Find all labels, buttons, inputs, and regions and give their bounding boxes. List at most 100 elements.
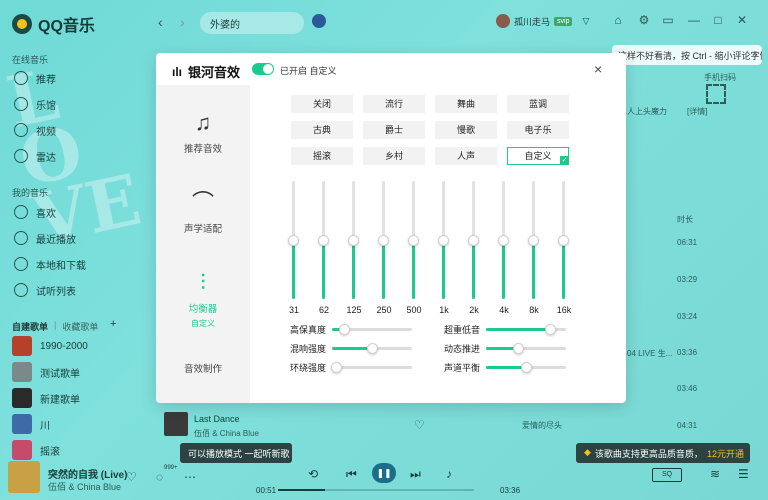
preset-button[interactable]: 蓝调 xyxy=(507,95,569,113)
minimize-icon[interactable]: — xyxy=(688,14,700,26)
sidebar-item[interactable]: 试听列表 xyxy=(14,277,86,303)
like-icon[interactable]: ♡ xyxy=(414,418,425,432)
previous-icon[interactable]: ⏮ xyxy=(346,467,357,482)
sidebar-item[interactable]: 乐馆 xyxy=(14,91,56,117)
effect-slider[interactable] xyxy=(331,362,412,373)
avatar[interactable] xyxy=(496,14,510,28)
effect-slider-knob[interactable] xyxy=(521,362,532,373)
now-playing-cover[interactable] xyxy=(8,461,40,493)
eq-band-slider[interactable] xyxy=(378,181,389,299)
chevron-down-icon[interactable]: ▽ xyxy=(582,16,589,27)
modal-close-icon[interactable]: × xyxy=(594,61,602,77)
eq-band-slider[interactable] xyxy=(498,181,509,299)
more-icon[interactable]: ⋯ xyxy=(184,470,196,484)
tab-collected-playlists[interactable]: 收藏歌单 xyxy=(62,320,98,333)
eq-band-slider[interactable] xyxy=(408,181,419,299)
sound-effect-icon[interactable]: ≋ xyxy=(710,467,720,481)
preset-button[interactable]: 电子乐 xyxy=(507,121,569,139)
tab-created-playlists[interactable]: 自建歌单 xyxy=(12,320,48,333)
preset-button[interactable]: 古典 xyxy=(291,121,353,139)
eq-band-slider[interactable] xyxy=(318,181,329,299)
playlist-item[interactable]: 测试歌单 xyxy=(12,359,88,385)
back-icon[interactable]: ‹ xyxy=(158,14,163,30)
settings-icon[interactable]: ⚙ xyxy=(638,14,650,26)
now-playing-artist[interactable]: 伍佰 & China Blue xyxy=(48,480,121,493)
effect-slider[interactable] xyxy=(332,324,412,335)
preset-button[interactable]: 关闭 xyxy=(291,95,353,113)
song-artist[interactable]: 伍佰 & China Blue xyxy=(194,428,259,439)
add-playlist-icon[interactable]: + xyxy=(110,318,116,330)
preset-button[interactable]: 人声 xyxy=(435,147,497,165)
eq-band-knob[interactable] xyxy=(468,235,479,246)
playlist-icon[interactable]: ☰ xyxy=(738,467,749,481)
eq-band-knob[interactable] xyxy=(318,235,329,246)
effect-toggle[interactable] xyxy=(252,63,274,75)
eq-band-knob[interactable] xyxy=(348,235,359,246)
mini-mode-icon[interactable]: ▭ xyxy=(662,14,674,26)
pause-button[interactable]: ❚❚ xyxy=(372,463,396,483)
eq-band-slider[interactable] xyxy=(468,181,479,299)
comment-icon[interactable]: ◌ xyxy=(156,470,163,484)
maximize-icon[interactable]: □ xyxy=(712,14,724,26)
preset-button[interactable]: 舞曲 xyxy=(435,95,497,113)
eq-band-slider[interactable] xyxy=(438,181,449,299)
effect-slider-knob[interactable] xyxy=(513,343,524,354)
forward-icon[interactable]: › xyxy=(180,14,185,30)
eq-band-knob[interactable] xyxy=(498,235,509,246)
like-icon[interactable]: ♡ xyxy=(126,470,137,484)
effect-category-item[interactable]: 音效制作 xyxy=(156,361,250,375)
eq-band-slider[interactable] xyxy=(348,181,359,299)
playlist-item[interactable]: 1990-2000 xyxy=(12,333,88,359)
eq-band-knob[interactable] xyxy=(378,235,389,246)
volume-icon[interactable]: ♪ xyxy=(446,467,452,481)
detail-link[interactable]: [详情] xyxy=(687,106,707,117)
now-playing-title[interactable]: 突然的自我 (Live) xyxy=(48,466,127,481)
effect-slider-knob[interactable] xyxy=(367,343,378,354)
table-row[interactable]: Last Dance 伍佰 & China Blue ♡ 爱情的尽头 xyxy=(156,410,766,446)
search-input[interactable]: 外婆的 xyxy=(200,12,304,34)
song-album[interactable]: 爱情的尽头 xyxy=(522,420,562,431)
eq-band-knob[interactable] xyxy=(438,235,449,246)
effect-slider-knob[interactable] xyxy=(331,362,342,373)
eq-band-knob[interactable] xyxy=(528,235,539,246)
eq-band-slider[interactable] xyxy=(288,181,299,299)
close-icon[interactable]: ✕ xyxy=(736,14,748,26)
effect-slider[interactable] xyxy=(486,343,566,354)
effect-slider-knob[interactable] xyxy=(545,324,556,335)
effect-slider[interactable] xyxy=(486,324,566,335)
user-area[interactable]: 孤川走马 svip ▽ xyxy=(496,14,589,28)
eq-band-knob[interactable] xyxy=(558,235,569,246)
preset-button[interactable]: 慢歌 xyxy=(435,121,497,139)
sidebar-item[interactable]: 雷达 xyxy=(14,143,56,169)
playlist-item[interactable]: 川 xyxy=(12,411,88,437)
qr-code-icon[interactable] xyxy=(706,84,726,104)
preset-button[interactable]: 乡村 xyxy=(363,147,425,165)
preset-button[interactable]: 爵士 xyxy=(363,121,425,139)
effect-category-item[interactable]: ⌒ 声学适配 xyxy=(156,189,250,235)
effect-slider[interactable] xyxy=(332,343,412,354)
sidebar-item[interactable]: 视频 xyxy=(14,117,56,143)
preset-button[interactable]: 流行 xyxy=(363,95,425,113)
preset-button[interactable]: 摇滚 xyxy=(291,147,353,165)
sidebar-item[interactable]: 推荐 xyxy=(14,65,56,91)
tip-close-icon[interactable]: × xyxy=(752,49,758,60)
effect-category-item[interactable]: ⫶ 均衡器 自定义 xyxy=(156,269,250,329)
sidebar-item[interactable]: 喜欢 xyxy=(14,199,86,225)
loop-mode-icon[interactable]: ⟲ xyxy=(308,467,318,481)
effect-category-item[interactable]: ♫ 推荐音效 xyxy=(156,109,250,155)
quality-badge[interactable]: SQ xyxy=(652,468,682,482)
song-title[interactable]: Last Dance xyxy=(194,414,240,424)
shirt-icon[interactable]: ⌂ xyxy=(612,14,624,26)
sidebar-item[interactable]: 本地和下载 xyxy=(14,251,86,277)
preset-button[interactable]: 自定义 ✓ xyxy=(507,147,569,165)
next-icon[interactable]: ⏭ xyxy=(410,467,421,482)
eq-band-slider[interactable] xyxy=(558,181,569,299)
eq-band-knob[interactable] xyxy=(408,235,419,246)
sidebar-item[interactable]: 最近播放 xyxy=(14,225,86,251)
voice-search-icon[interactable] xyxy=(312,14,326,28)
progress-bar[interactable] xyxy=(278,489,474,491)
eq-band-knob[interactable] xyxy=(288,235,299,246)
user-name[interactable]: 孤川走马 xyxy=(514,15,550,28)
eq-band-slider[interactable] xyxy=(528,181,539,299)
effect-slider-knob[interactable] xyxy=(339,324,350,335)
